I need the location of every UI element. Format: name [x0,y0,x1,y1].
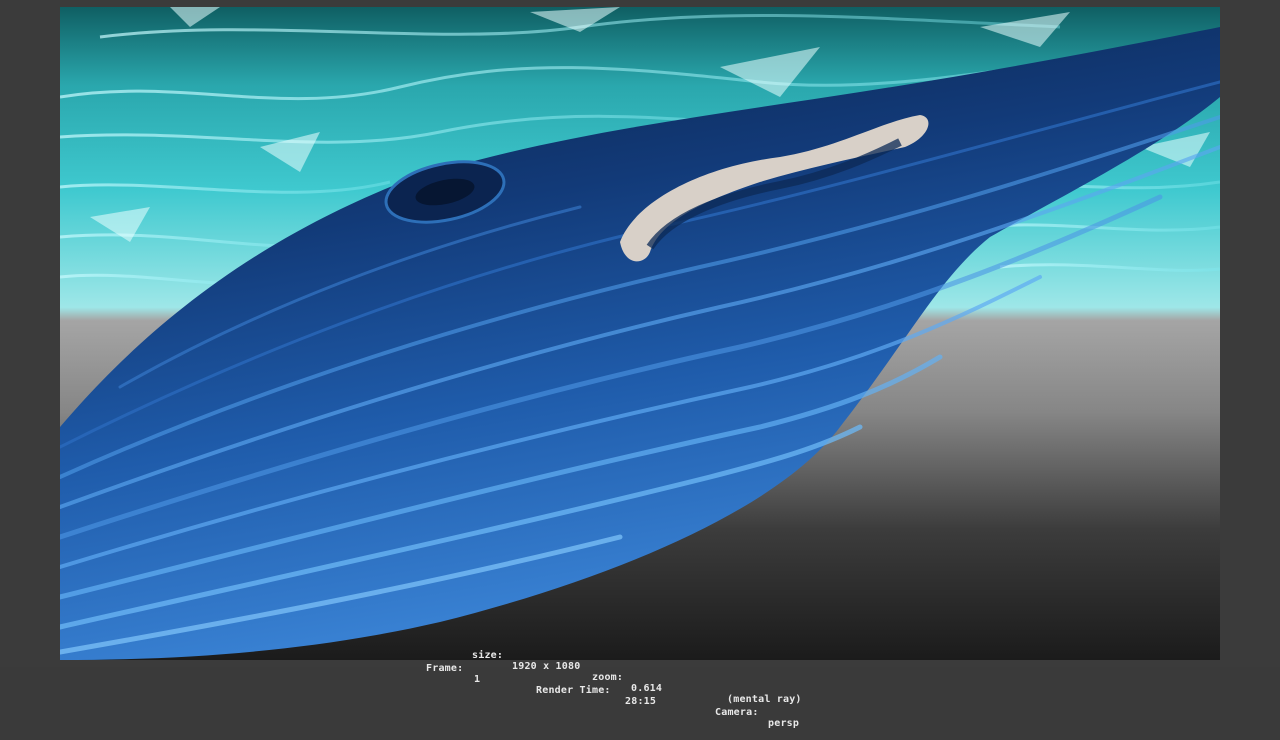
render-time-label: Render Time: [536,685,611,696]
frame-value: 1 [474,674,481,685]
rendered-image [60,7,1220,660]
render-time-value: 28:15 [625,696,657,707]
render-info-line-2: Frame: 1 Render Time: 28:15 Camera: pers… [0,652,1280,740]
render-view-window: size: 1920 x 1080 zoom: 0.614 (mental ra… [0,0,1280,729]
camera-value: persp [768,718,800,729]
render-viewport [60,7,1220,660]
frame-label: Frame: [426,663,464,674]
camera-label: Camera: [715,707,759,718]
